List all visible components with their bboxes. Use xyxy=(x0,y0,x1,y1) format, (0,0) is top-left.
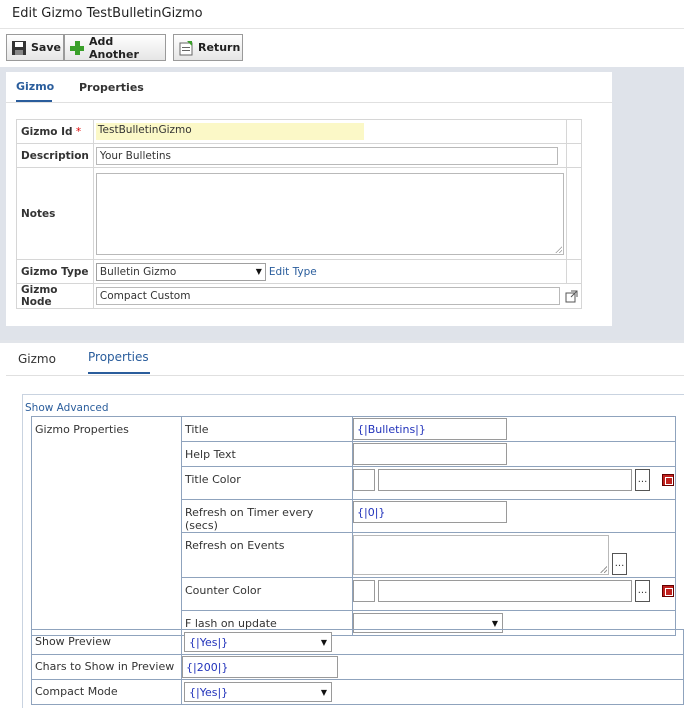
compact-mode-label: Compact Mode xyxy=(31,679,182,705)
refresh-events-textarea[interactable] xyxy=(353,535,609,575)
add-another-button[interactable]: Add Another xyxy=(64,34,166,61)
show-advanced-link[interactable]: Show Advanced xyxy=(25,402,109,414)
help-text-label: Help Text xyxy=(181,441,353,467)
active-tab-indicator xyxy=(16,100,52,102)
counter-color-label: Counter Color xyxy=(181,577,353,611)
gizmo-type-select[interactable]: Bulletin Gizmo ▼ xyxy=(95,262,266,281)
title-color-swatch[interactable] xyxy=(353,469,375,491)
active-tab-indicator xyxy=(88,372,150,374)
tab-gizmo-bottom[interactable]: Gizmo xyxy=(18,352,56,366)
gizmo-type-label: Gizmo Type xyxy=(16,259,94,284)
gizmo-node-label: Gizmo Node xyxy=(16,283,94,309)
gizmo-panel: Gizmo Properties Gizmo Id * TestBulletin… xyxy=(6,72,612,326)
refresh-timer-input[interactable]: {|0|} xyxy=(353,501,507,523)
notes-textarea[interactable] xyxy=(95,172,564,255)
chars-preview-input[interactable]: {|200|} xyxy=(182,656,338,678)
show-preview-select[interactable]: {|Yes|} ▼ xyxy=(184,632,332,652)
return-button[interactable]: Return xyxy=(173,34,243,61)
page-title: Edit Gizmo TestBulletinGizmo xyxy=(12,6,203,21)
add-another-label: Add Another xyxy=(89,34,139,61)
tab-gizmo[interactable]: Gizmo xyxy=(16,80,54,93)
refresh-timer-label: Refresh on Timer every (secs) xyxy=(181,499,353,533)
description-input[interactable]: Your Bulletins xyxy=(95,146,558,165)
refresh-events-label: Refresh on Events xyxy=(181,532,353,578)
chevron-down-icon: ▼ xyxy=(320,687,327,697)
counter-color-input[interactable] xyxy=(378,580,632,602)
color-picker-icon[interactable] xyxy=(662,474,674,486)
return-label: Return xyxy=(198,41,241,54)
resize-grip[interactable] xyxy=(600,566,607,573)
refresh-events-browse-button[interactable]: ... xyxy=(612,553,627,575)
save-label: Save xyxy=(31,41,61,54)
gizmo-node-input[interactable]: Compact Custom xyxy=(95,287,560,305)
tab-properties-bottom[interactable]: Properties xyxy=(88,350,149,364)
tab-properties[interactable]: Properties xyxy=(79,81,144,94)
header-divider xyxy=(0,28,684,29)
return-icon xyxy=(178,40,194,56)
help-text-input[interactable] xyxy=(353,443,507,465)
title-color-label: Title Color xyxy=(181,466,353,500)
properties-table: Gizmo Properties Title {|Bulletins|} Hel… xyxy=(31,416,676,636)
gizmo-id-label-cell: Gizmo Id * xyxy=(16,119,94,144)
edit-type-link[interactable]: Edit Type xyxy=(269,266,317,278)
color-picker-icon[interactable] xyxy=(662,585,674,597)
gizmo-id-value: TestBulletinGizmo xyxy=(95,123,364,140)
title-label: Title xyxy=(181,416,353,442)
title-color-input[interactable] xyxy=(378,469,632,491)
compact-mode-select[interactable]: {|Yes|} ▼ xyxy=(184,682,332,702)
properties-rows: Show Preview {|Yes|} ▼ Chars to Show in … xyxy=(31,629,684,705)
save-icon xyxy=(11,40,27,56)
resize-grip[interactable] xyxy=(554,245,562,253)
description-label: Description xyxy=(16,143,94,168)
chevron-down-icon: ▼ xyxy=(255,267,262,276)
gizmo-id-label: Gizmo Id xyxy=(21,125,73,138)
gizmo-form: Gizmo Id * TestBulletinGizmo Description… xyxy=(16,119,583,309)
counter-color-swatch[interactable] xyxy=(353,580,375,602)
gizmo-properties-group-label: Gizmo Properties xyxy=(31,416,182,636)
chevron-down-icon: ▼ xyxy=(491,618,498,628)
plus-icon xyxy=(69,40,85,56)
title-color-browse-button[interactable]: ... xyxy=(635,469,650,491)
counter-color-browse-button[interactable]: ... xyxy=(635,580,650,602)
show-preview-label: Show Preview xyxy=(31,629,182,655)
chars-preview-label: Chars to Show in Preview xyxy=(31,654,182,680)
notes-label: Notes xyxy=(16,167,94,260)
chevron-down-icon: ▼ xyxy=(320,637,327,647)
required-marker: * xyxy=(75,125,82,138)
title-input[interactable]: {|Bulletins|} xyxy=(353,418,507,440)
open-external-icon[interactable] xyxy=(565,290,578,303)
save-button[interactable]: Save xyxy=(6,34,64,61)
